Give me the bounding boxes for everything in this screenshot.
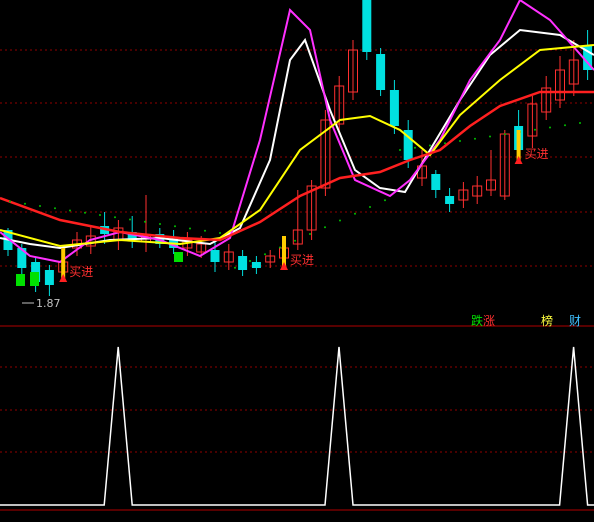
candle-body (238, 256, 248, 270)
support-dot (369, 206, 371, 208)
buy-label: 买进 (69, 265, 93, 279)
candle-body (376, 54, 386, 90)
tab-rank[interactable]: 榜 (541, 312, 553, 329)
support-dot (129, 218, 131, 221)
candle-body-green (30, 272, 39, 286)
support-dot (99, 214, 101, 216)
support-dot (354, 212, 356, 215)
support-dot (294, 239, 296, 242)
support-dot (39, 205, 41, 207)
support-dot (204, 229, 206, 232)
candle-body-green (174, 252, 183, 262)
chart-stage: 买进 买进 买进 1.87 跌涨 榜 财 (0, 0, 594, 522)
support-dot (324, 226, 326, 229)
support-dot (564, 124, 566, 127)
support-dot (234, 266, 236, 269)
support-dot (474, 137, 476, 140)
signal-line (0, 346, 594, 506)
support-dot (249, 260, 251, 262)
tab-fall-label: 跌 (471, 314, 484, 328)
low-price-label: 1.87 (36, 297, 61, 310)
support-dot (384, 199, 386, 202)
support-dot (279, 246, 281, 249)
candle-body (210, 250, 220, 262)
support-dot (174, 225, 176, 228)
candle-body-green (16, 274, 25, 286)
support-dot (504, 133, 506, 136)
support-dot (189, 227, 191, 230)
support-dot (534, 128, 536, 131)
candle-body (251, 262, 261, 268)
support-dot (414, 146, 416, 149)
support-dot (489, 135, 491, 138)
support-dot (399, 149, 401, 151)
support-dot (69, 209, 71, 212)
buy-bar (516, 130, 521, 160)
buy-arrow (59, 274, 68, 282)
support-dot (444, 142, 446, 145)
buy-bar (282, 236, 286, 266)
tab-rise-label: 涨 (483, 314, 496, 328)
support-dot (219, 232, 221, 234)
support-dot (159, 223, 161, 225)
tab-fall-rise[interactable]: 跌涨 (471, 312, 495, 329)
candle-body (389, 90, 399, 126)
candle-body (445, 196, 455, 204)
support-dot (144, 220, 146, 223)
support-dot (24, 202, 26, 205)
support-dot (309, 233, 311, 235)
support-dot (579, 122, 581, 124)
support-dot (54, 207, 56, 210)
support-dot (9, 200, 11, 203)
candle-body (44, 270, 54, 285)
stock-chart: 买进买进买进1.87 (0, 0, 594, 511)
candle-body (362, 0, 372, 52)
support-dot (429, 144, 431, 147)
buy-label: 买进 (290, 253, 314, 267)
support-dot (549, 126, 551, 129)
buy-bar (61, 248, 66, 278)
support-dot (459, 140, 461, 142)
support-dot (114, 216, 116, 219)
buy-label: 买进 (525, 147, 549, 161)
candle-body (431, 174, 441, 190)
support-dot (339, 219, 341, 222)
support-dot (264, 253, 266, 256)
support-dot (84, 211, 86, 214)
tab-finance[interactable]: 财 (569, 312, 581, 329)
